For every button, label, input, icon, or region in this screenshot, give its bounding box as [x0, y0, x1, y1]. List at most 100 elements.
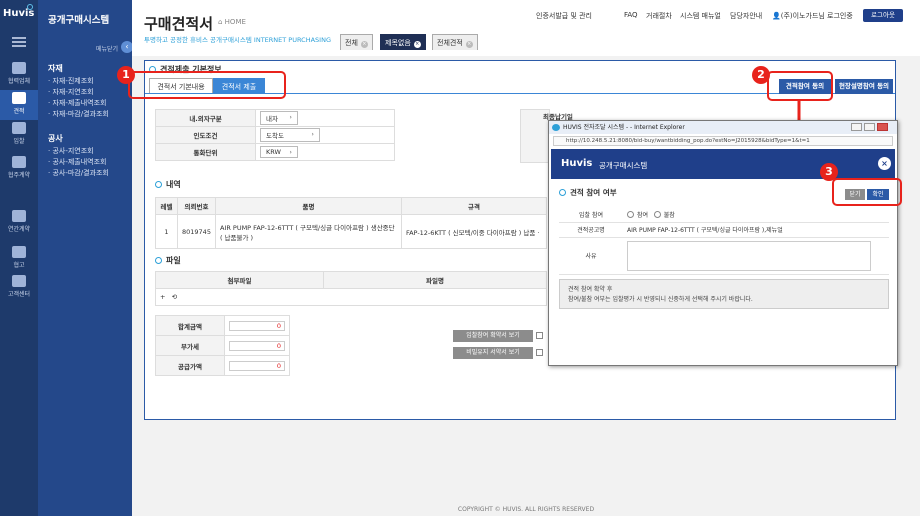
- popup-close-icon[interactable]: ×: [878, 157, 891, 170]
- table-row[interactable]: 1 8019745 AIR PUMP FAP-12-6TTT ( 구모텍/싱글 …: [155, 214, 548, 249]
- rail-item-order[interactable]: 협주계약: [0, 154, 38, 190]
- tab-close-icon[interactable]: ×: [360, 41, 368, 48]
- sidebar-group-construction: 공사: [48, 134, 63, 143]
- user-status: 👤(주)이노가드님 로그인중: [772, 12, 853, 20]
- callout-badge-2: 2: [752, 66, 770, 84]
- callout-box-2: [767, 71, 833, 101]
- popup-form-table: 입찰 참여 참여 불참 견적공고명 AIR PUMP FAP-12-6TTT (…: [559, 207, 889, 275]
- sidebar-item[interactable]: · 자재-지연조회: [48, 87, 94, 97]
- globe-icon: [12, 246, 26, 258]
- page-title: 구매견적서: [144, 15, 214, 33]
- nav-faq[interactable]: FAQ: [624, 11, 638, 19]
- supply-amount-field[interactable]: 0: [229, 360, 285, 371]
- rail-item-notice[interactable]: 협고: [0, 244, 38, 274]
- section-title-files: 파일: [155, 255, 181, 266]
- nav-manual[interactable]: 시스템 매뉴얼: [680, 11, 721, 21]
- page-subtitle: 투명하고 공정한 휴비스 공개구매시스템 INTERNET PURCHASING: [144, 36, 331, 44]
- sidebar-item[interactable]: · 자재-진제조회: [48, 76, 94, 86]
- address-bar[interactable]: http://10.248.5.21:8080/bid-buy/wantbidd…: [553, 136, 893, 146]
- home-breadcrumb[interactable]: ⌂ HOME: [218, 18, 246, 26]
- maximize-icon[interactable]: [864, 123, 875, 131]
- tab-all[interactable]: 전체 ×: [340, 34, 373, 50]
- nav-certificate[interactable]: 인증서발급 및 관리: [536, 11, 592, 21]
- table-row: 공급가액 0: [155, 355, 290, 376]
- popup-brand: Huvis: [561, 158, 593, 169]
- cloud-icon: [12, 62, 26, 74]
- tab-untitled[interactable]: 제목없음 ×: [380, 34, 426, 50]
- collapse-menu-label[interactable]: 메뉴닫기: [96, 44, 118, 53]
- tab-all-estimates[interactable]: 전체견적 ×: [432, 34, 478, 50]
- sprout-icon: [12, 275, 26, 287]
- section-title-items: 내역: [155, 179, 181, 190]
- table-row: 입찰 참여 참여 불참: [559, 207, 889, 223]
- items-table: 레벨 의뢰번호 품명 규격 1 8019745 AIR PUMP FAP-12-…: [155, 197, 548, 249]
- home-icon: ⌂: [218, 18, 225, 26]
- rail-item-estimate[interactable]: 견적: [0, 90, 38, 120]
- table-row: 사유: [559, 237, 889, 275]
- vat-field[interactable]: 0: [229, 340, 285, 351]
- huvis-logo: Huvis: [3, 8, 35, 19]
- popup-header: Huvis 공개구매시스템 ×: [551, 149, 895, 179]
- delivery-terms-select[interactable]: 도착도: [260, 128, 320, 142]
- table-row: 합계금액 0: [155, 315, 290, 336]
- window-close-icon[interactable]: [877, 123, 888, 131]
- table-row: 통화단위 KRW: [155, 143, 395, 161]
- popup-section-title: 견적 참여 여부: [559, 187, 617, 198]
- sidebar-item[interactable]: · 공사-제출내역조회: [48, 157, 107, 167]
- rail-item-support[interactable]: 고객센터: [0, 273, 38, 303]
- logout-button[interactable]: 로그아웃: [863, 9, 903, 22]
- rail-item-annual[interactable]: 연간계약: [0, 208, 38, 244]
- table-header-row: 레벨 의뢰번호 품명 규격: [155, 197, 548, 215]
- footer: COPYRIGHT © HUVIS. ALL RIGHTS RESERVED: [457, 506, 595, 513]
- popup-window-title: HUVIS 전자조달 시스템 - - Internet Explorer: [549, 121, 897, 134]
- callout-box-1: [128, 71, 286, 99]
- sidebar-group-material: 자재: [48, 64, 63, 73]
- basic-info-table: 내.외자구분 내자 인도조건 도착도 통화단위 KRW: [155, 109, 395, 161]
- table-header-row: 첨부파일 파일명: [155, 271, 547, 289]
- view-bid-pledge-button[interactable]: 입찰참여 확약서 보기: [453, 330, 533, 342]
- hamburger-menu-icon[interactable]: [12, 37, 26, 47]
- sidebar-item[interactable]: · 공사-마감/결과조회: [48, 168, 109, 178]
- rail-item-bid[interactable]: 입찰: [0, 120, 38, 150]
- sidebar-title: 공개구매시스템: [48, 15, 110, 26]
- domestic-select[interactable]: 내자: [260, 111, 298, 125]
- table-row: 부가세 0: [155, 335, 290, 356]
- header: 구매견적서 ⌂ HOME 투명하고 공정한 휴비스 공개구매시스템 INTERN…: [132, 0, 920, 56]
- notice-box: 견적 참여 확약 후 참여/불참 여부는 입찰평가 시 반영되니 신중하게 선택…: [559, 279, 889, 309]
- participate-radio[interactable]: [627, 210, 634, 218]
- rail-item-partner[interactable]: 협력업체: [0, 60, 38, 90]
- nav-contact[interactable]: 담당자안내: [730, 11, 762, 21]
- currency-select[interactable]: KRW: [260, 146, 298, 158]
- minimize-icon[interactable]: [851, 123, 862, 131]
- callout-badge-3: 3: [820, 163, 838, 181]
- section-ring-icon: [155, 257, 162, 264]
- section-ring-icon: [559, 189, 566, 196]
- nda-checkbox[interactable]: [536, 349, 543, 356]
- logo-ring-icon: [27, 4, 33, 10]
- table-row: 견적공고명 AIR PUMP FAP-12-6TTT ( 구모텍/싱글 다이아프…: [559, 222, 889, 238]
- add-file-button[interactable]: +: [160, 293, 165, 301]
- section-ring-icon: [155, 181, 162, 188]
- sidebar-item[interactable]: · 자재-마감/결과조회: [48, 109, 109, 119]
- sidebar-item[interactable]: · 공사-지연조회: [48, 146, 94, 156]
- decline-radio[interactable]: [653, 210, 661, 218]
- table-row: 인도조건 도착도: [155, 126, 395, 144]
- document-icon: [12, 92, 26, 104]
- view-nda-button[interactable]: 비밀유지 서약서 보기: [453, 347, 533, 359]
- callout-box-3: [832, 178, 902, 206]
- sidebar-item[interactable]: · 자재-제출내역조회: [48, 98, 107, 108]
- reason-textarea[interactable]: [627, 240, 871, 271]
- agree-site-briefing-button[interactable]: 현장설명참여 동의: [835, 79, 893, 94]
- total-amount-field[interactable]: 0: [229, 320, 285, 331]
- nav-procedure[interactable]: 거래절차: [646, 11, 672, 21]
- popup-system-name: 공개구매시스템: [599, 161, 648, 170]
- totals-table: 합계금액 0 부가세 0 공급가액 0: [155, 315, 290, 376]
- participation-popup: HUVIS 전자조달 시스템 - - Internet Explorer htt…: [548, 120, 898, 366]
- callout-badge-1: 1: [117, 66, 135, 84]
- tab-close-icon[interactable]: ×: [413, 41, 421, 48]
- bid-pledge-checkbox[interactable]: [536, 332, 543, 339]
- table-row: + ⟲: [155, 288, 547, 306]
- tab-close-icon[interactable]: ×: [465, 41, 473, 48]
- refresh-icon[interactable]: ⟲: [172, 293, 177, 301]
- notice-title-value: AIR PUMP FAP-12-6TTT ( 구모텍/싱글 다이아프람 ),제뉴…: [623, 222, 889, 238]
